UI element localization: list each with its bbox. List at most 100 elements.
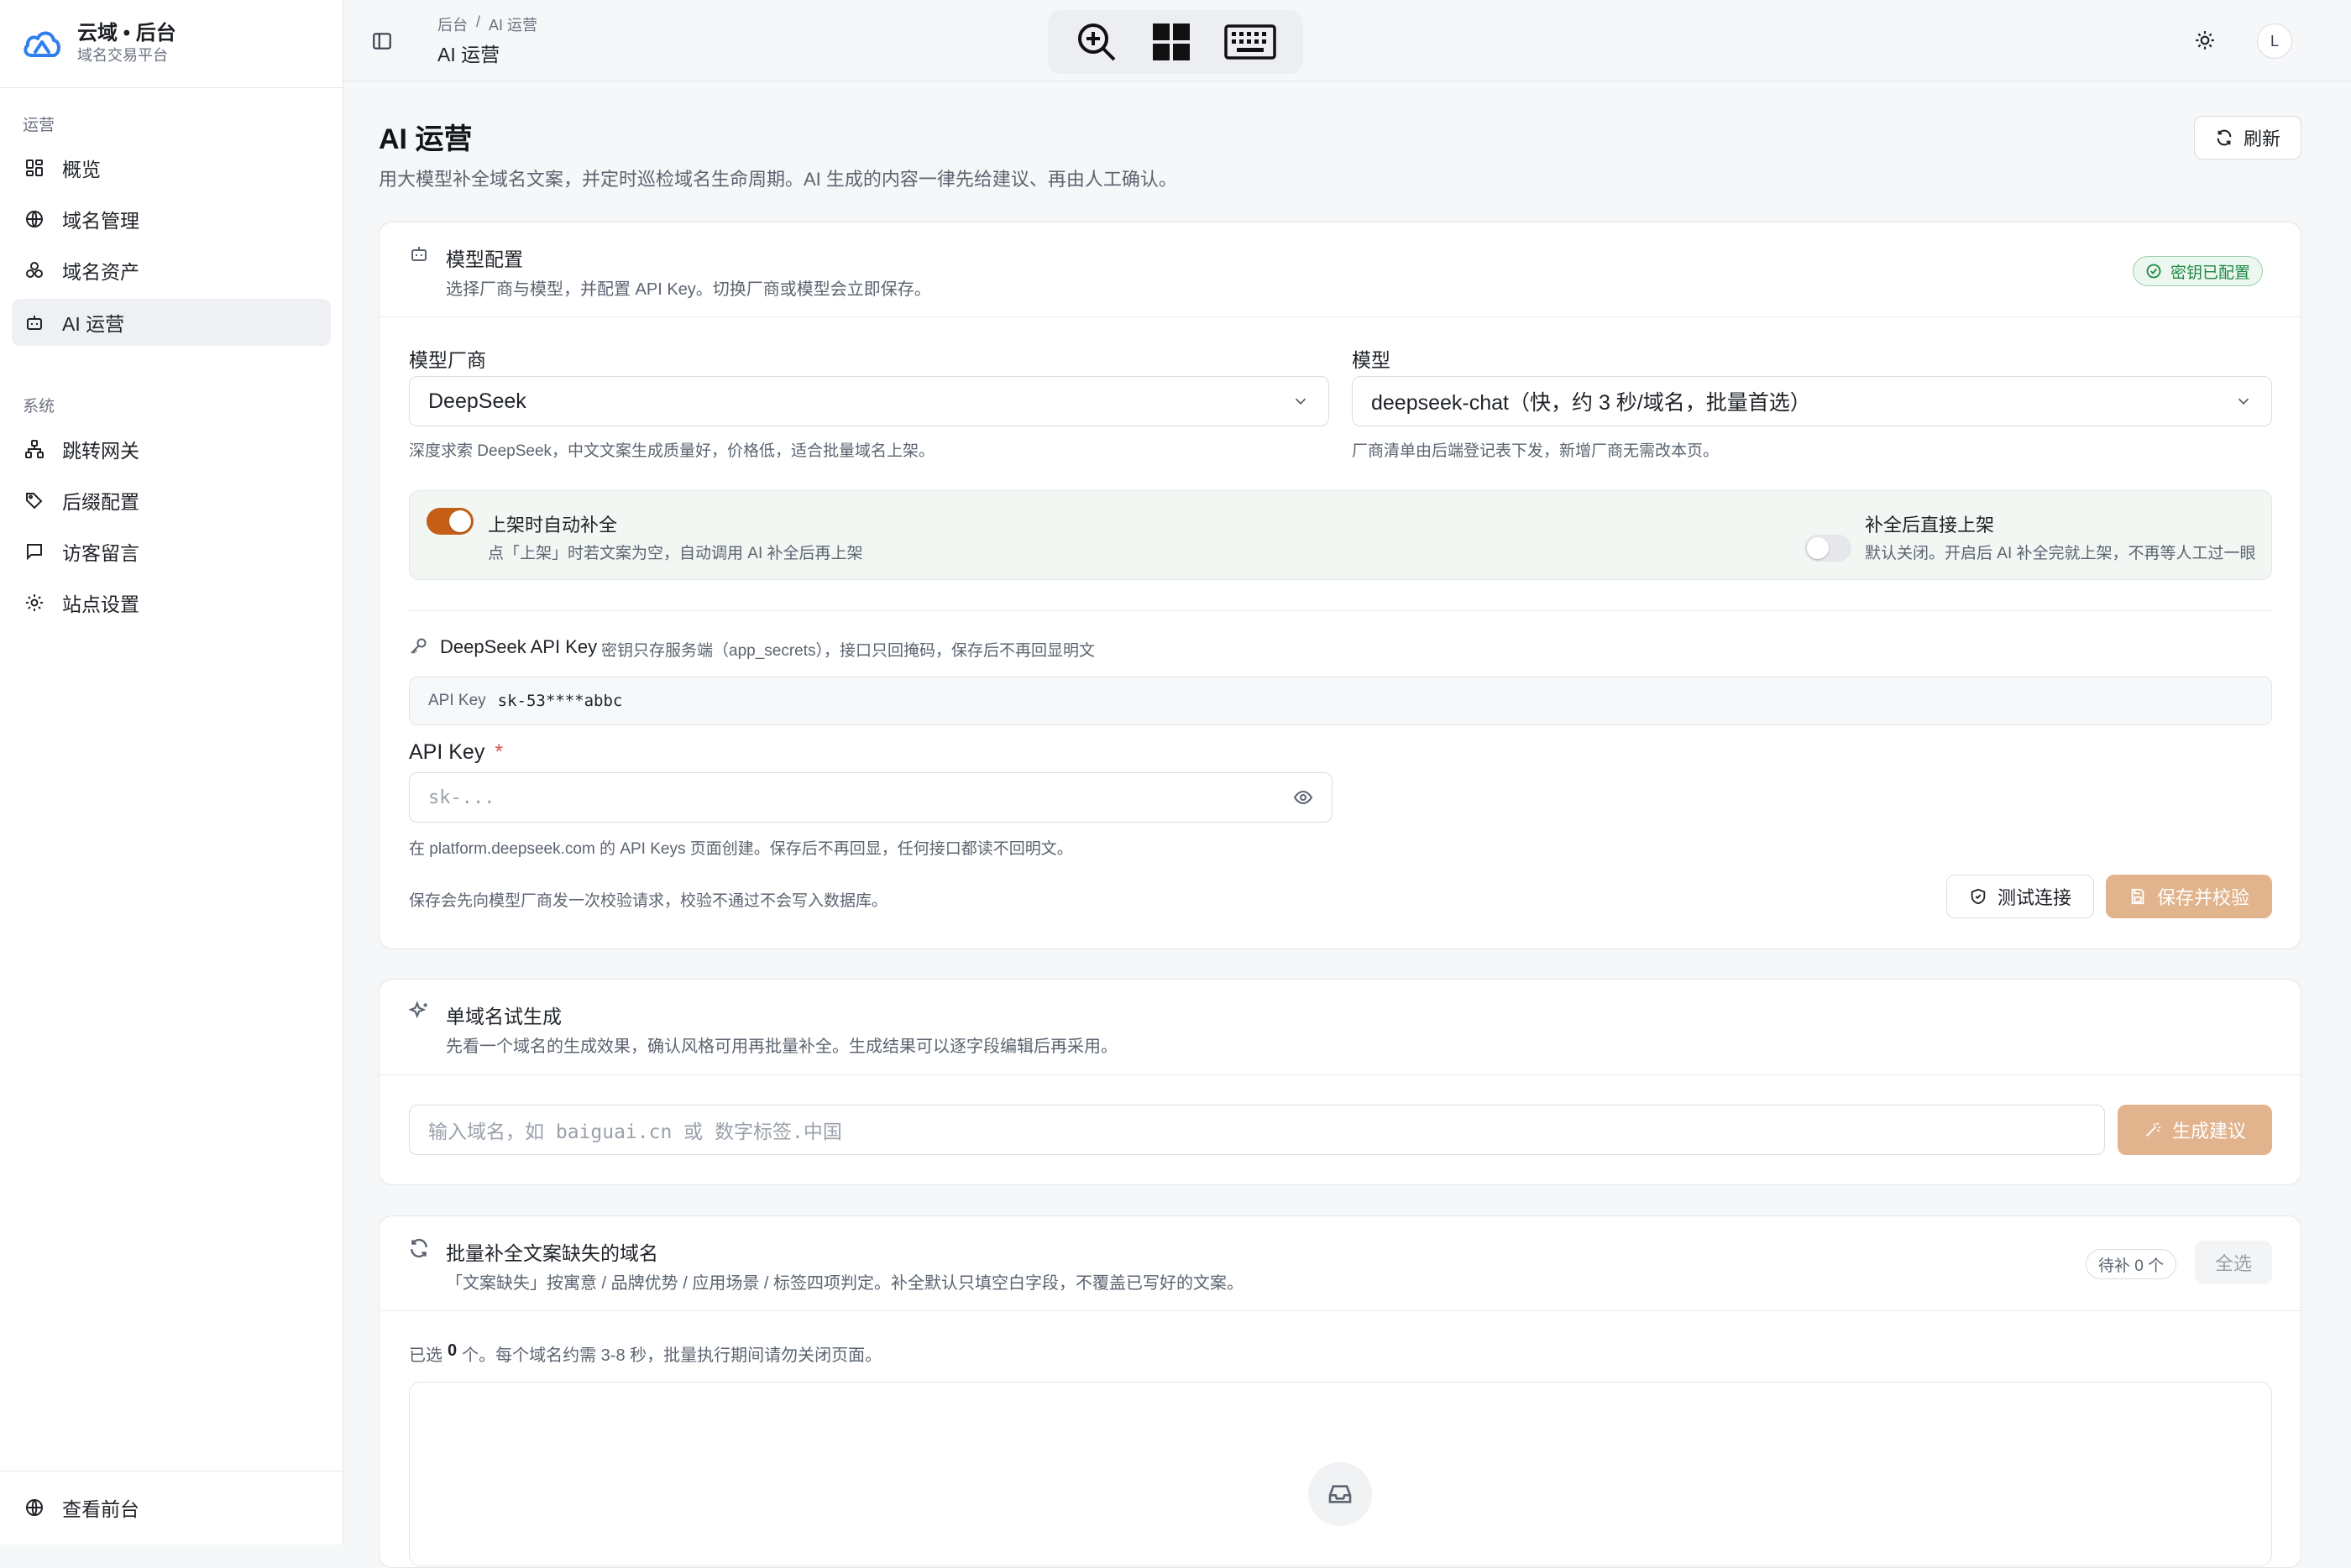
- sidebar-item-label: 跳转网关: [62, 440, 139, 462]
- auto-publish-title: 补全后直接上架: [1865, 515, 1995, 536]
- single-card-description: 先看一个域名的生成效果，确认风格可用再批量补全。生成结果可以逐字段编辑后再采用。: [446, 1037, 1118, 1056]
- avatar[interactable]: L: [2257, 24, 2292, 59]
- api-key-input[interactable]: sk-...: [409, 772, 1333, 823]
- brand-text: 云域 • 后台 域名交易平台: [77, 22, 176, 65]
- model-label: 模型: [1352, 349, 1390, 371]
- api-key-label: API Key: [409, 740, 485, 764]
- domain-input-placeholder: 输入域名，如 baiguai.cn 或 数字标签.中国: [428, 1121, 842, 1143]
- nav-group-ops-label: 运营: [23, 117, 55, 134]
- save-icon: [2131, 888, 2144, 905]
- model-select[interactable]: deepseek-chat（快，约 3 秒/域名，批量首选）: [1352, 376, 2272, 426]
- refresh-icon: [408, 1237, 430, 1264]
- divider: [380, 1074, 2301, 1075]
- breadcrumb-separator: /: [476, 13, 481, 30]
- globe-icon: [24, 1497, 45, 1518]
- page-title: AI 运营: [379, 123, 473, 155]
- keyboard-icon[interactable]: [1223, 23, 1277, 61]
- generate-button[interactable]: 生成建议: [2118, 1105, 2272, 1155]
- refresh-button[interactable]: 刷新: [2194, 116, 2301, 159]
- sidebar-item-label: 域名资产: [62, 261, 139, 283]
- assets-icon: [24, 259, 45, 281]
- test-connection-button[interactable]: 测试连接: [1946, 875, 2094, 918]
- floating-toolbox: [1048, 10, 1303, 74]
- sidebar-item-ai-ops[interactable]: AI 运营: [12, 299, 331, 346]
- sidebar-item-label: AI 运营: [62, 313, 125, 335]
- divider: [0, 87, 343, 88]
- sidebar-item-suffix[interactable]: 后缀配置: [12, 477, 331, 524]
- globe-icon: [24, 208, 45, 230]
- topbar: [343, 0, 2351, 81]
- sidebar-item-overview[interactable]: 概览: [12, 144, 331, 191]
- brand-title: 云域 • 后台: [77, 22, 176, 44]
- divider: [409, 610, 2272, 611]
- topbar-title: AI 运营: [437, 44, 500, 65]
- sidebar-item-label: 概览: [62, 159, 101, 180]
- vendor-hint: 深度求索 DeepSeek，中文文案生成质量好，价格低，适合批量域名上架。: [409, 442, 935, 460]
- selected-suffix: 个。每个域名约需 3-8 秒，批量执行期间请勿关闭页面。: [462, 1346, 882, 1365]
- divider: [380, 1310, 2301, 1311]
- sidebar-toggle-button[interactable]: [366, 25, 398, 57]
- domain-input[interactable]: 输入域名，如 baiguai.cn 或 数字标签.中国: [409, 1105, 2105, 1155]
- message-icon: [24, 541, 45, 562]
- grid-view-icon[interactable]: [1150, 21, 1192, 63]
- selected-prefix: 已选: [409, 1346, 442, 1365]
- refresh-icon: [2217, 129, 2232, 146]
- vendor-value: DeepSeek: [428, 389, 526, 413]
- auto-complete-toggle[interactable]: [427, 508, 474, 535]
- vendor-label: 模型厂商: [409, 349, 486, 371]
- sidebar-item-assets[interactable]: 域名资产: [12, 247, 331, 294]
- key-configured-badge: 密钥已配置: [2133, 256, 2264, 286]
- sidebar-item-label: 访客留言: [62, 542, 139, 564]
- refresh-label: 刷新: [2243, 128, 2280, 149]
- current-key-value: sk-53****abbc: [497, 692, 623, 710]
- panel-left-icon: [373, 33, 391, 50]
- shield-check-icon: [1971, 888, 1986, 905]
- theme-toggle-button[interactable]: [2188, 24, 2222, 57]
- cloud-logo-icon: [24, 31, 60, 57]
- sidebar-item-messages[interactable]: 访客留言: [12, 528, 331, 575]
- breadcrumb-root[interactable]: 后台: [437, 13, 468, 35]
- vendor-select[interactable]: DeepSeek: [409, 376, 1329, 426]
- select-all-button[interactable]: 全选: [2195, 1241, 2272, 1284]
- zoom-in-icon[interactable]: [1074, 19, 1119, 65]
- api-key-hint: 在 platform.deepseek.com 的 API Keys 页面创建。…: [409, 840, 1073, 858]
- sidebar-item-gateway[interactable]: 跳转网关: [12, 426, 331, 473]
- view-frontend-link[interactable]: 查看前台: [12, 1484, 331, 1531]
- gear-icon: [24, 592, 45, 614]
- magic-wand-icon: [2146, 1122, 2161, 1137]
- required-marker: *: [495, 740, 504, 764]
- chevron-down-icon: [1295, 398, 1306, 405]
- model-card-title: 模型配置: [446, 248, 523, 270]
- tags-icon: [24, 489, 45, 511]
- eye-icon[interactable]: [1293, 787, 1313, 808]
- auto-complete-description: 点「上架」时若文案为空，自动调用 AI 补全后再上架: [488, 545, 863, 562]
- check-circle-icon: [2146, 264, 2161, 279]
- sidebar-item-settings[interactable]: 站点设置: [12, 579, 331, 626]
- model-hint: 厂商清单由后端登记表下发，新增厂商无需改本页。: [1352, 442, 1720, 460]
- brand-subtitle: 域名交易平台: [77, 47, 168, 64]
- sun-icon: [2196, 31, 2214, 50]
- page-description: 用大模型补全域名文案，并定时巡检域名生命周期。AI 生成的内容一律先给建议、再由…: [379, 169, 1177, 190]
- nav-group-sys-label: 系统: [23, 398, 55, 416]
- bot-icon: [24, 311, 45, 333]
- network-icon: [24, 438, 45, 460]
- pending-count-badge: 待补 0 个: [2086, 1249, 2177, 1279]
- key-section-note: 密钥只存服务端（app_secrets），接口只回掩码，保存后不再回显明文: [601, 642, 1096, 660]
- save-verify-button[interactable]: 保存并校验: [2106, 875, 2272, 918]
- auto-publish-toggle[interactable]: [1804, 535, 1851, 562]
- key-icon: [408, 636, 428, 661]
- selection-summary: 已选 0 个。每个域名约需 3-8 秒，批量执行期间请勿关闭页面。: [409, 1341, 882, 1366]
- model-card-description: 选择厂商与模型，并配置 API Key。切换厂商或模型会立即保存。: [446, 280, 931, 299]
- selected-count: 0: [448, 1341, 458, 1360]
- dashboard-icon: [24, 157, 45, 179]
- toggle-knob: [1807, 537, 1829, 559]
- current-key-display: API Key sk-53****abbc: [409, 677, 2272, 725]
- brand[interactable]: 云域 • 后台 域名交易平台: [20, 20, 176, 67]
- sidebar-item-label: 后缀配置: [62, 491, 139, 513]
- chevron-down-icon: [2238, 398, 2249, 405]
- breadcrumb: 后台 / AI 运营: [437, 13, 537, 35]
- sparkles-icon: [408, 1001, 430, 1027]
- sidebar-item-domains[interactable]: 域名管理: [12, 196, 331, 243]
- model-value: deepseek-chat（快，约 3 秒/域名，批量首选）: [1371, 391, 1811, 415]
- batch-card-title: 批量补全文案缺失的域名: [446, 1242, 658, 1264]
